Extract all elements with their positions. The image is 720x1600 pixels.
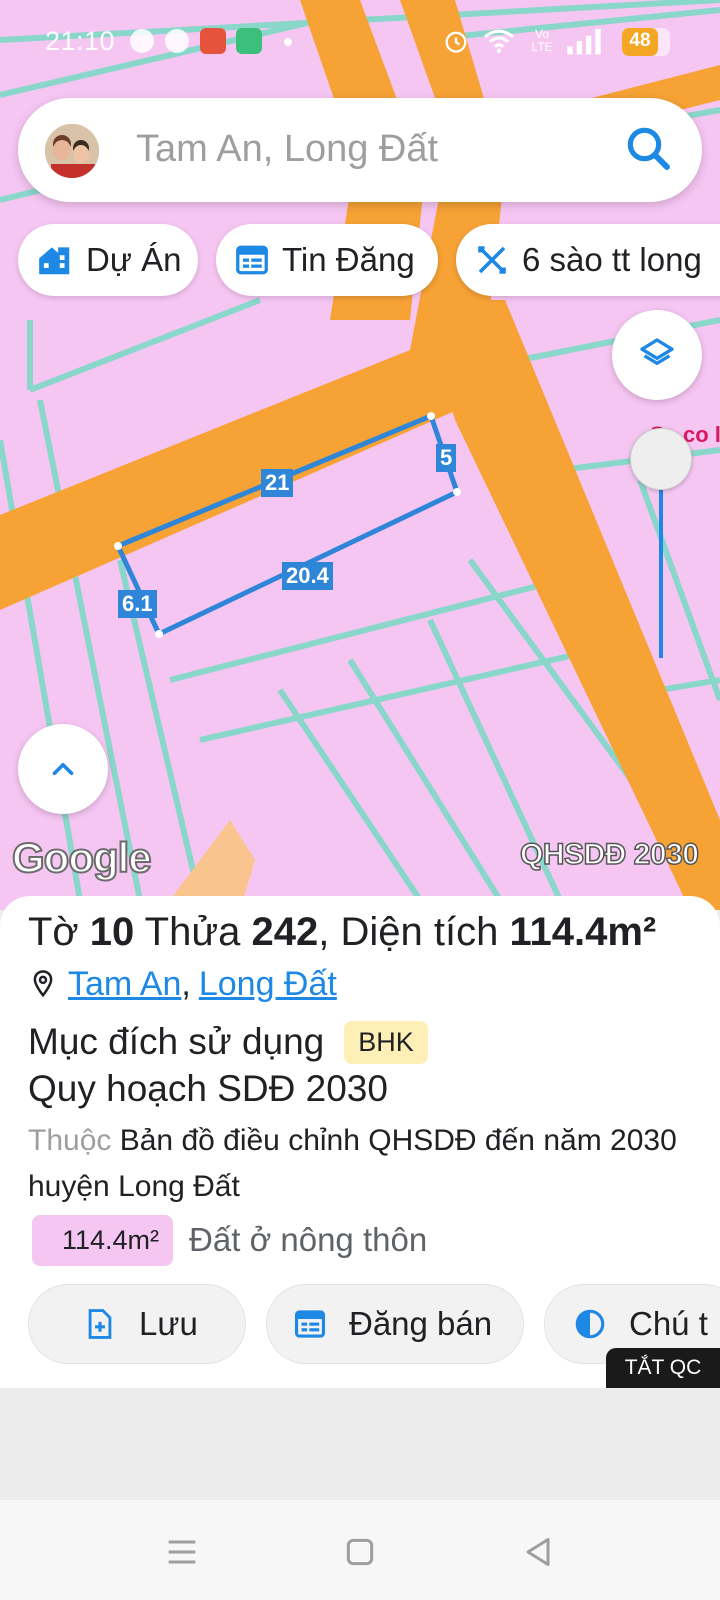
land-type-label: Đất ở nông thôn (189, 1221, 428, 1258)
desc-prefix: Thuộc (28, 1124, 112, 1157)
area-label: , Diện tích (318, 910, 510, 954)
search-button[interactable] (622, 122, 676, 176)
opacity-slider-thumb[interactable] (630, 428, 692, 490)
save-button-label: Lưu (139, 1305, 198, 1342)
messenger-icon (165, 29, 189, 53)
plan-description: Thuộc Bản đồ điều chỉnh QHSDĐ đến năm 20… (28, 1118, 688, 1210)
recent-apps-icon[interactable] (162, 1532, 202, 1572)
chip-measure[interactable]: 6 sào tt long (456, 224, 720, 296)
listing-icon (236, 245, 268, 275)
system-nav-bar (0, 1500, 720, 1600)
listing-icon (294, 1310, 326, 1338)
location-separator: , (181, 964, 191, 1003)
back-icon[interactable] (518, 1532, 558, 1572)
chip-du-an-label: Dự Án (86, 241, 182, 278)
parcel-area: 114.4m² (509, 910, 657, 954)
expand-up-button[interactable] (18, 724, 108, 814)
measure-icon (478, 246, 506, 274)
dimension-label-bottom: 20.4 (282, 562, 333, 590)
network-type-label: Vo LTE (531, 27, 553, 54)
facebook-icon (130, 29, 154, 53)
desc-text: Bản đồ điều chỉnh QHSDĐ đến năm 2030 huy… (28, 1124, 677, 1203)
post-sale-button-label: Đăng bán (349, 1305, 493, 1342)
chip-tin-dang-label: Tin Đăng (282, 241, 415, 278)
alarm-icon (445, 31, 467, 53)
save-add-icon (88, 1309, 112, 1339)
sheet-number: 10 (89, 910, 135, 954)
layers-icon (640, 338, 674, 365)
battery-indicator: 48 (622, 28, 670, 56)
land-area-row: 114.4m² Đất ở nông thôn (32, 1214, 427, 1266)
opacity-slider-track[interactable] (659, 468, 663, 658)
parcel-info-sheet[interactable]: Tờ 10 Thửa 242, Diện tích 114.4m² Tam An… (0, 896, 720, 1388)
purpose-row: Mục đích sử dụng BHK (28, 1014, 428, 1070)
wifi-icon (484, 29, 514, 54)
search-icon (627, 127, 670, 170)
user-avatar[interactable] (45, 124, 99, 178)
chip-du-an[interactable]: Dự Án (18, 224, 198, 296)
parcel-number: 242 (251, 910, 319, 954)
status-bar: 21:10 Vo LTE 48 (0, 0, 720, 80)
home-icon[interactable] (340, 1532, 380, 1572)
plan-watermark: QHSDĐ 2030 (519, 837, 699, 872)
google-logo: Google (11, 833, 153, 882)
chip-measure-label: 6 sào tt long (522, 241, 702, 278)
notification-dot (284, 38, 292, 46)
contrast-icon (575, 1309, 605, 1339)
land-area-chip: 114.4m² (32, 1214, 174, 1266)
close-ad-button[interactable]: TẮT QC (606, 1348, 720, 1388)
search-bar[interactable]: Tam An, Long Đất (18, 98, 702, 202)
dimension-label-top: 21 (261, 469, 294, 497)
signal-icon (567, 29, 601, 55)
save-button[interactable]: Lưu (28, 1284, 246, 1364)
search-input[interactable]: Tam An, Long Đất (136, 128, 438, 171)
purpose-code-badge[interactable]: BHK (344, 1020, 428, 1064)
battery-level: 48 (629, 30, 651, 51)
location-row: Tam An, Long Đất (28, 962, 337, 1006)
location-pin-icon (33, 970, 53, 998)
dimension-label-right: 5 (436, 444, 457, 472)
plan-label: Quy hoạch SDĐ 2030 (28, 1068, 388, 1109)
project-building-icon (39, 247, 70, 275)
app-icon-red (200, 28, 226, 54)
legend-button-label: Chú t (629, 1305, 708, 1342)
parcel-title: Tờ 10 Thửa 242, Diện tích 114.4m² (28, 910, 656, 955)
location-link-commune[interactable]: Tam An (68, 965, 181, 1004)
post-sale-button[interactable]: Đăng bán (266, 1284, 524, 1364)
dimension-label-left: 6.1 (118, 590, 157, 618)
chevron-up-icon (52, 762, 74, 776)
location-link-district[interactable]: Long Đất (199, 965, 337, 1004)
purpose-label: Mục đích sử dụng (28, 1021, 325, 1062)
parcel-label: Thửa (134, 910, 252, 954)
chip-tin-dang[interactable]: Tin Đăng (216, 224, 438, 296)
sheet-label: Tờ (28, 910, 90, 954)
status-time: 21:10 (45, 26, 116, 56)
app-icon-green (236, 28, 262, 54)
layers-button[interactable] (612, 310, 702, 400)
